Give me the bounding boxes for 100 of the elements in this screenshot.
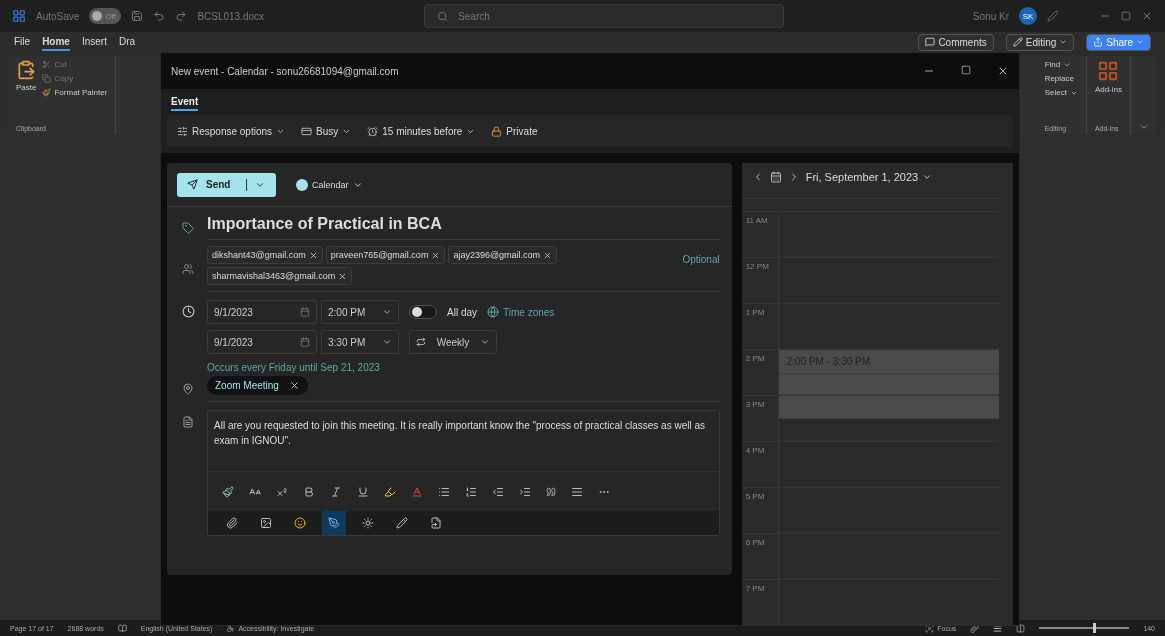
- all-day-label: All day: [447, 306, 477, 318]
- select-button[interactable]: Select: [1044, 88, 1078, 97]
- attendee-chip[interactable]: ajay2396@gmail.com: [448, 246, 558, 264]
- font-size-icon[interactable]: [249, 485, 261, 498]
- emoji-icon: [294, 517, 306, 529]
- search-input[interactable]: Search: [456, 9, 772, 23]
- text-effects-icon[interactable]: [276, 485, 288, 498]
- ribbon-tab[interactable]: Insert: [81, 33, 107, 51]
- italic-icon[interactable]: [330, 485, 342, 498]
- underline-icon[interactable]: [357, 485, 369, 498]
- zoom-thumb[interactable]: [1093, 623, 1097, 633]
- end-date-field[interactable]: 9/1/2023: [207, 330, 317, 354]
- calendar-dot: [296, 178, 308, 191]
- caret-icon: [1059, 38, 1068, 46]
- decrease-indent-icon[interactable]: [492, 485, 504, 498]
- scissors-icon: [42, 60, 52, 69]
- hour-label: 2 PM: [744, 353, 766, 365]
- web-layout-icon[interactable]: [1016, 623, 1026, 633]
- attendee-chip[interactable]: praveen765@gmail.com: [325, 246, 446, 264]
- attendee-chip[interactable]: dikshant43@gmail.com: [207, 246, 323, 264]
- comments-button[interactable]: Comments: [918, 33, 994, 51]
- caret-icon: [480, 337, 490, 347]
- pen-icon: [396, 517, 408, 529]
- draw-tool[interactable]: [322, 511, 346, 535]
- draw-icon: [328, 517, 340, 529]
- caret-icon: [1136, 38, 1144, 46]
- start-time-field[interactable]: 2:00 PM: [321, 300, 399, 324]
- caret-icon: [382, 337, 392, 347]
- read-mode-icon[interactable]: [970, 623, 980, 633]
- ribbon-tab[interactable]: Dra: [118, 33, 136, 51]
- clipboard-icon: [16, 60, 37, 80]
- ribbon-tab[interactable]: Home: [42, 33, 70, 51]
- busy-icon: [301, 125, 313, 137]
- paste-button[interactable]: Paste: [16, 60, 37, 97]
- close-icon[interactable]: [997, 65, 1009, 77]
- event-title[interactable]: Importance of Practical in BCA: [207, 215, 720, 233]
- private-button[interactable]: Private: [491, 125, 538, 137]
- hour-label: 11 AM: [744, 215, 769, 227]
- busy-button[interactable]: Busy: [301, 125, 352, 137]
- bold-icon[interactable]: [303, 485, 315, 498]
- bullet-list-icon[interactable]: [438, 485, 450, 498]
- pen-icon[interactable]: [1047, 10, 1059, 22]
- align-icon[interactable]: [571, 485, 583, 498]
- remove-icon: [338, 271, 348, 281]
- find-button[interactable]: Find: [1044, 60, 1078, 69]
- collapse-icon[interactable]: [1139, 122, 1149, 132]
- search-field[interactable]: Search: [424, 4, 785, 28]
- category-icon[interactable]: [182, 221, 194, 234]
- format-painter-button[interactable]: Format Painter: [42, 88, 108, 97]
- repeat-dropdown[interactable]: Weekly: [409, 330, 497, 354]
- format-painter-icon[interactable]: [222, 485, 234, 498]
- maximize-icon[interactable]: [961, 65, 971, 75]
- close-icon[interactable]: [1141, 10, 1153, 22]
- calendar-picker[interactable]: Calendar: [296, 178, 363, 191]
- search-icon: [437, 10, 449, 22]
- share-icon: [1093, 37, 1104, 47]
- replace-button[interactable]: Replace: [1044, 74, 1078, 83]
- reminder-button[interactable]: 15 minutes before: [367, 125, 476, 137]
- response-icon: [177, 125, 188, 137]
- redo-icon[interactable]: [175, 10, 188, 22]
- sun-icon: [362, 517, 374, 529]
- start-date-field[interactable]: 9/1/2023: [207, 300, 317, 324]
- proofing-icon[interactable]: [117, 623, 127, 633]
- autosave-label: AutoSave: [36, 10, 80, 22]
- event-tab[interactable]: Event: [171, 93, 199, 111]
- editing-button[interactable]: Editing: [1005, 33, 1075, 51]
- image-icon: [260, 517, 272, 529]
- quote-icon[interactable]: [546, 486, 556, 497]
- send-button[interactable]: Send: [177, 172, 276, 197]
- private-icon: [491, 125, 503, 137]
- attendee-chip[interactable]: sharmavishal3463@gmail.com: [207, 267, 353, 285]
- window-title: New event - Calendar - sonu26681094@gmail.com: [171, 65, 399, 77]
- increase-indent-icon[interactable]: [519, 485, 531, 498]
- end-time-field[interactable]: 3:30 PM: [321, 330, 399, 354]
- user-avatar[interactable]: SK: [1019, 7, 1037, 25]
- caret-icon: [382, 307, 392, 317]
- all-day-switch[interactable]: [409, 305, 437, 319]
- focus-icon: [925, 623, 935, 633]
- location-chip[interactable]: Zoom Meeting: [207, 376, 308, 395]
- date-picker[interactable]: Fri, September 1, 2023: [805, 170, 933, 183]
- undo-icon[interactable]: [153, 10, 166, 22]
- calendar-icon[interactable]: [769, 170, 782, 183]
- highlighter-icon[interactable]: [384, 485, 396, 498]
- response-button[interactable]: Response options: [177, 125, 286, 137]
- clock-icon: [181, 305, 195, 318]
- share-button[interactable]: Share: [1086, 33, 1151, 51]
- add-ins-button[interactable]: Add-ins: [1094, 60, 1122, 94]
- maximize-icon[interactable]: [1121, 11, 1131, 21]
- location-icon: [182, 382, 194, 395]
- remove-icon: [543, 250, 553, 260]
- app-logo-icon: [12, 9, 26, 23]
- save-icon[interactable]: [131, 10, 144, 22]
- numbered-list-icon[interactable]: [465, 485, 477, 498]
- print-layout-icon[interactable]: [993, 623, 1003, 633]
- font-color-icon[interactable]: [411, 485, 423, 498]
- ribbon-tab[interactable]: File: [14, 33, 31, 51]
- optional-link[interactable]: Optional: [682, 246, 720, 285]
- hour-label: 12 PM: [744, 261, 770, 273]
- time-zones-link[interactable]: Time zones: [503, 306, 555, 318]
- file-name[interactable]: BCSL013.docx: [197, 10, 265, 22]
